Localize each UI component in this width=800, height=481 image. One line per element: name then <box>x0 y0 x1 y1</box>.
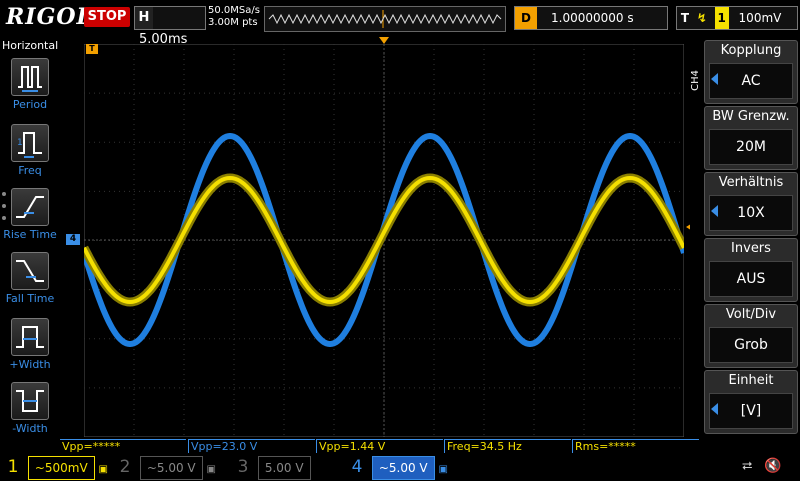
channel-2-bw-icon: ▣ <box>206 464 216 475</box>
measurement-slot-5[interactable]: Rms=***** <box>572 439 699 453</box>
channel-2-number: 2 <box>119 457 131 477</box>
timebase-overview-bar[interactable] <box>264 6 506 32</box>
frequency-icon: 1 <box>11 124 49 162</box>
positive-width-icon <box>11 318 49 356</box>
rise-time-icon <box>11 188 49 226</box>
menu-channel-tag: CH4 <box>690 70 701 91</box>
period-icon <box>11 58 49 96</box>
usb-icon: ⮂ <box>742 459 753 474</box>
trigger-channel: 1 <box>714 7 729 29</box>
menu-volt-div[interactable]: Volt/Div Grob <box>704 304 798 368</box>
trigger-edge-icon: ↯ <box>696 11 707 25</box>
waveform-canvas <box>80 43 689 438</box>
bw-limit-value: 20M <box>709 129 793 165</box>
delay-value: 1.00000000 s <box>551 11 634 25</box>
delay-box[interactable]: D 1.00000000 s <box>514 6 668 30</box>
timebase-letter: H <box>135 7 153 29</box>
volt-div-value: Grob <box>709 327 793 363</box>
delay-letter: D <box>515 7 537 29</box>
channel-4-status[interactable]: 4 ~5.00 V ▣ <box>346 456 448 480</box>
measure-fall-time[interactable]: Fall Time <box>2 252 58 305</box>
channel-1-bw-icon: ▣ <box>98 464 108 475</box>
negative-width-icon <box>11 382 49 420</box>
timebase-box[interactable]: H 5.00ms <box>134 6 206 47</box>
menu-unit[interactable]: Einheit [V] <box>704 370 798 434</box>
coupling-arrow-icon <box>711 73 718 85</box>
ch4-offset-marker[interactable]: 4 <box>66 234 80 245</box>
invert-value: AUS <box>709 261 793 297</box>
measurement-slot-2[interactable]: Vpp=23.0 V <box>188 439 315 453</box>
waveform-display[interactable] <box>80 43 689 438</box>
channel-1-number: 1 <box>7 457 19 477</box>
speaker-mute-icon[interactable]: 🔇 <box>764 458 781 474</box>
sample-rate: 50.0MSa/s <box>208 5 260 16</box>
channel-1-scale: ~500mV <box>27 456 95 480</box>
sample-info: 50.0MSa/s 3.00M pts <box>208 5 260 29</box>
measure-fall-label: Fall Time <box>5 292 55 305</box>
svg-text:1: 1 <box>17 138 23 148</box>
probe-ratio-arrow-icon <box>711 205 718 217</box>
measure-panel-title: Horizontal <box>2 39 59 52</box>
volt-div-title: Volt/Div <box>725 307 777 322</box>
measure-period[interactable]: Period <box>2 58 58 111</box>
memory-depth: 3.00M pts <box>208 17 258 28</box>
measurement-slot-3[interactable]: Vpp=1.44 V <box>316 439 443 453</box>
menu-coupling[interactable]: Kopplung AC <box>704 40 798 104</box>
unit-value: [V] <box>709 393 793 429</box>
menu-probe-ratio[interactable]: Verhältnis 10X <box>704 172 798 236</box>
measurement-slot-1[interactable]: Vpp=***** <box>60 439 186 453</box>
trigger-box[interactable]: T ↯ 1 100mV <box>676 6 798 30</box>
bw-limit-title: BW Grenzw. <box>712 109 790 124</box>
probe-ratio-title: Verhältnis <box>718 175 784 190</box>
channel-4-scale: ~5.00 V <box>371 456 435 480</box>
measure-rise-label: Rise Time <box>3 228 57 241</box>
invert-title: Invers <box>731 241 771 256</box>
measure-minus-width-label: -Width <box>12 422 48 435</box>
fall-time-icon <box>11 252 49 290</box>
memory-overview-wave <box>268 10 502 28</box>
measure-plus-width-label: +Width <box>9 358 51 371</box>
brand-logo: RIGOL <box>6 4 93 30</box>
menu-bw-limit[interactable]: BW Grenzw. 20M <box>704 106 798 170</box>
channel-3-scale: 5.00 V <box>257 456 311 480</box>
trigger-level: 100mV <box>738 11 782 25</box>
channel-4-number: 4 <box>351 457 363 477</box>
measure-freq-label: Freq <box>18 164 42 177</box>
measure-minus-width[interactable]: -Width <box>2 382 58 435</box>
channel-4-bw-icon: ▣ <box>438 464 448 475</box>
trigger-letter: T <box>680 11 690 25</box>
channel-2-scale: ~5.00 V <box>139 456 203 480</box>
unit-title: Einheit <box>728 373 774 388</box>
menu-invert[interactable]: Invers AUS <box>704 238 798 302</box>
measure-plus-width[interactable]: +Width <box>2 318 58 371</box>
trigger-time-marker[interactable]: T <box>86 44 98 54</box>
left-scroll-indicator <box>2 192 6 232</box>
trigger-position-arrow[interactable] <box>379 37 389 44</box>
coupling-value: AC <box>709 63 793 99</box>
channel-3-status[interactable]: 3 5.00 V <box>232 456 311 480</box>
unit-arrow-icon <box>711 403 718 415</box>
run-stop-indicator[interactable]: STOP <box>84 7 130 27</box>
measure-period-label: Period <box>12 98 48 111</box>
measure-rise-time[interactable]: Rise Time <box>2 188 58 241</box>
channel-3-number: 3 <box>237 457 249 477</box>
coupling-title: Kopplung <box>720 43 782 58</box>
measure-freq[interactable]: 1 Freq <box>2 124 58 177</box>
channel-2-status[interactable]: 2 ~5.00 V ▣ <box>114 456 216 480</box>
probe-ratio-value: 10X <box>709 195 793 231</box>
measurement-slot-4[interactable]: Freq=34.5 Hz <box>444 439 571 453</box>
channel-1-status[interactable]: 1 ~500mV ▣ <box>2 456 108 480</box>
